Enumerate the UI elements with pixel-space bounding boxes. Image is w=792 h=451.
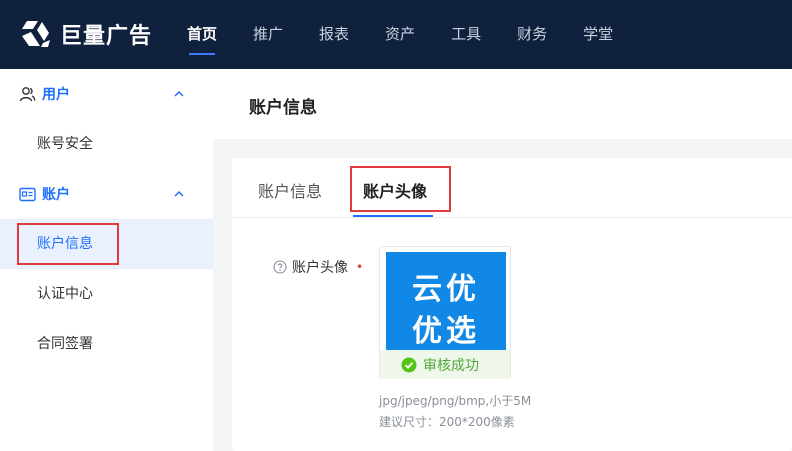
size-hint: 建议尺寸：200*200像素	[379, 415, 515, 429]
check-circle-icon	[401, 357, 417, 372]
nav-item-tools[interactable]: 工具	[451, 0, 481, 69]
nav-item-home[interactable]: 首页	[187, 0, 217, 69]
main-nav: 首页 推广 报表 资产 工具 财务 学堂	[187, 0, 649, 69]
page-header: 账户信息	[213, 69, 792, 139]
sidebar-group-account[interactable]: 账户	[0, 169, 213, 219]
avatar-image: 云优 优选	[386, 252, 506, 350]
nav-item-finance[interactable]: 财务	[517, 0, 547, 69]
tab-account-avatar[interactable]: 账户头像	[363, 178, 427, 202]
chevron-up-icon[interactable]	[173, 188, 185, 200]
nav-item-academy[interactable]: 学堂	[583, 0, 613, 69]
avatar-text-line1: 云优	[412, 272, 480, 307]
nav-item-assets[interactable]: 资产	[385, 0, 415, 69]
account-card-icon	[19, 187, 36, 201]
tab-active-indicator	[353, 215, 433, 217]
page-title: 账户信息	[249, 98, 317, 118]
logo-mark-icon	[22, 21, 50, 47]
required-mark: •	[356, 260, 364, 274]
sidebar-item-verification-center[interactable]: 认证中心	[0, 269, 213, 319]
top-navbar: 巨量广告 首页 推广 报表 资产 工具 财务 学堂	[0, 0, 792, 69]
avatar-label-text: 账户头像	[292, 260, 348, 276]
tab-bar: 账户信息 账户头像	[232, 158, 792, 218]
nav-item-reports[interactable]: 报表	[319, 0, 349, 69]
help-circle-icon[interactable]	[273, 260, 287, 274]
status-text: 审核成功	[423, 357, 479, 374]
sidebar-item-account-security[interactable]: 账号安全	[0, 119, 213, 169]
nav-item-promotion[interactable]: 推广	[253, 0, 283, 69]
user-icon	[19, 86, 36, 101]
format-hint: jpg/jpeg/png/bmp,小于5M	[379, 394, 532, 408]
avatar-field-label: 账户头像 •	[273, 257, 363, 277]
sidebar-item-account-info[interactable]: 账户信息	[0, 219, 213, 269]
tab-account-info[interactable]: 账户信息	[258, 178, 322, 202]
sidebar-group-user[interactable]: 用户	[0, 69, 213, 119]
sidebar: 用户 账号安全 账户 账户信息 认证中心 合同签署	[0, 69, 213, 451]
content-card: 账户信息 账户头像 账户头像 • 云优 优选 审核成功 jpg/jpeg/png…	[232, 158, 792, 451]
sidebar-group-label: 账户	[42, 187, 70, 203]
avatar-text-line2: 优选	[412, 314, 480, 349]
logo-text: 巨量广告	[60, 24, 153, 49]
logo[interactable]: 巨量广告	[18, 16, 158, 52]
avatar-upload[interactable]: 云优 优选 审核成功	[379, 246, 511, 379]
review-status-badge: 审核成功	[380, 350, 510, 379]
sidebar-group-label: 用户	[42, 87, 70, 103]
chevron-up-icon[interactable]	[173, 88, 185, 100]
sidebar-item-contract-signing[interactable]: 合同签署	[0, 319, 213, 369]
